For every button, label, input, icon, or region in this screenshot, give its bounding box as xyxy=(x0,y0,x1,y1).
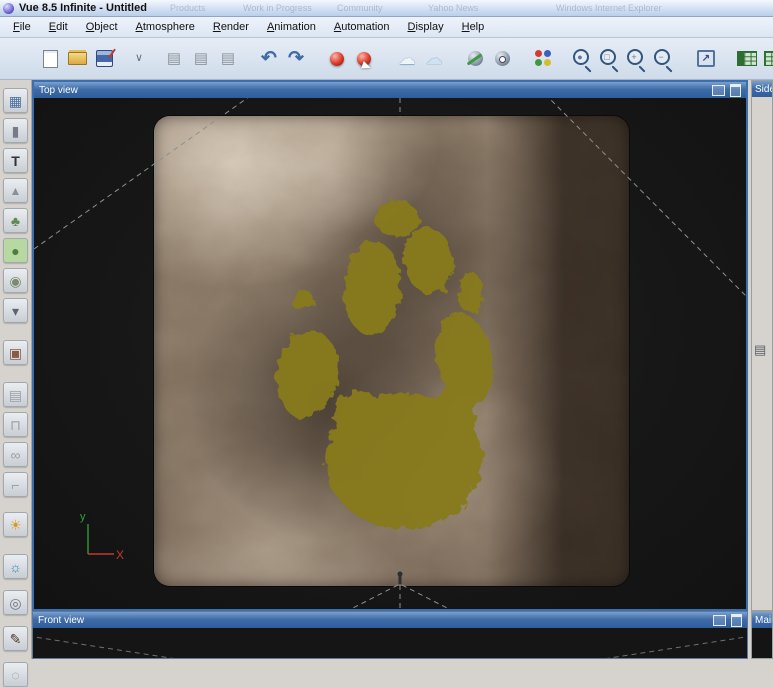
front-viewport: Front view xyxy=(32,611,748,659)
menu-render[interactable]: Render xyxy=(204,18,258,36)
app-icon xyxy=(3,2,14,14)
layout-quad-button[interactable] xyxy=(735,46,759,72)
open-button[interactable] xyxy=(65,46,89,72)
zoom-region-button[interactable]: □ xyxy=(597,46,621,72)
paw-left-toe xyxy=(276,330,338,418)
render-button[interactable] xyxy=(325,46,349,72)
menu-atmosphere[interactable]: Atmosphere xyxy=(127,18,204,36)
front-viewport-canvas[interactable] xyxy=(33,628,747,658)
ghost-window-text: Products xyxy=(170,3,206,13)
planet-tool[interactable]: ☼ xyxy=(3,554,28,579)
redo-button[interactable]: ↷ xyxy=(284,46,308,72)
menu-bar: File Edit Object Atmosphere Render Animation A… xyxy=(0,17,773,38)
side-panel-body: ▤ xyxy=(752,97,772,626)
viewport-options-icon[interactable] xyxy=(712,84,725,96)
ghost-window-text: Community xyxy=(337,3,383,13)
pipe-tool[interactable]: ⌐ xyxy=(3,472,28,497)
copy-button[interactable]: ▤ xyxy=(162,46,186,72)
delete-button[interactable]: ▤ xyxy=(216,46,240,72)
zoom-in-button[interactable]: + xyxy=(624,46,648,72)
window-title: Vue 8.5 Infinite - Untitled xyxy=(19,2,147,14)
top-viewport: Top view y X xyxy=(32,80,748,611)
zoom-out-button[interactable]: − xyxy=(651,46,675,72)
zoom-sphere-button[interactable]: ● xyxy=(570,46,594,72)
paw-small-spot xyxy=(291,289,313,311)
paw-mid-right-toe xyxy=(403,228,455,294)
rings-tool[interactable]: ◌ xyxy=(3,662,28,687)
ghost-window-text: Windows Internet Explorer xyxy=(556,3,662,13)
brush-tool[interactable]: ✎ xyxy=(3,626,28,651)
save-button[interactable] xyxy=(92,46,116,72)
undo-button[interactable]: ↶ xyxy=(257,46,281,72)
cloud-button[interactable]: ☁ xyxy=(422,46,446,72)
viewport-maximize-icon[interactable] xyxy=(730,83,741,97)
front-frustum-guides xyxy=(33,636,747,658)
viewport-maximize-icon[interactable] xyxy=(731,613,742,627)
top-viewport-canvas[interactable]: y X xyxy=(34,98,746,609)
group-tool[interactable]: ▤ xyxy=(3,382,28,407)
link-tool[interactable]: ∞ xyxy=(3,442,28,467)
menu-automation[interactable]: Automation xyxy=(325,18,399,36)
side-viewport-titlebar[interactable]: Side xyxy=(752,81,772,97)
main-panel-strip: Main xyxy=(751,611,773,659)
sphere-tool[interactable]: ◉ xyxy=(3,268,28,293)
main-viewport-titlebar[interactable]: Main xyxy=(752,612,772,628)
light-tool[interactable]: ☀ xyxy=(3,512,28,537)
menu-edit[interactable]: Edit xyxy=(40,18,77,36)
main-toolbar: ∨ ▤ ▤ ▤ ↶ ↷ ☁ ☁ ● □ + − ↗ xyxy=(0,38,773,80)
collapsed-panel-icon[interactable]: ▤ xyxy=(754,342,766,358)
axis-y-label: y xyxy=(80,511,86,523)
paint-sphere-button[interactable] xyxy=(463,46,487,72)
paw-print xyxy=(276,201,495,529)
viewport-options-icon[interactable] xyxy=(713,614,726,626)
cone-tool[interactable]: ▲ xyxy=(3,178,28,203)
text-tool[interactable]: T xyxy=(3,148,28,173)
axis-gizmo: y X xyxy=(80,511,124,562)
front-viewport-titlebar[interactable]: Front view xyxy=(33,612,747,628)
render-pick-button[interactable] xyxy=(352,46,376,72)
paw-top-toe xyxy=(375,201,419,237)
left-toolbar: ▦ ▮ T ▲ ♣ ● ◉ ▾ ▣ ▤ ⊓ ∞ ⌐ ☀ ☼ ◎ ✎ ◌ xyxy=(0,80,32,687)
window-titlebar[interactable]: Vue 8.5 Infinite - Untitled Products Work… xyxy=(0,0,773,17)
ghost-window-text: Yahoo News xyxy=(428,3,479,13)
expand-chevron[interactable]: ∨ xyxy=(127,46,151,72)
water-drop-tool[interactable]: ▾ xyxy=(3,298,28,323)
top-viewport-title: Top view xyxy=(39,84,78,96)
ghost-window-text: Work in Progress xyxy=(243,3,312,13)
rock-tool[interactable]: ● xyxy=(3,238,28,263)
paw-right-spot xyxy=(459,272,483,314)
ecosystem-clouds-button[interactable]: ☁ xyxy=(395,46,419,72)
new-scene-button[interactable] xyxy=(38,46,62,72)
export-view-button[interactable]: ↗ xyxy=(694,46,718,72)
menu-display[interactable]: Display xyxy=(399,18,453,36)
menu-help[interactable]: Help xyxy=(453,18,494,36)
main-viewport-title: Main xyxy=(755,614,772,626)
paw-mid-left-toe xyxy=(343,242,401,334)
plant-tool[interactable]: ♣ xyxy=(3,208,28,233)
cylinder-tool[interactable]: ▮ xyxy=(3,118,28,143)
inspect-sphere-button[interactable] xyxy=(490,46,514,72)
load-object-tool[interactable]: ▣ xyxy=(3,340,28,365)
terrain-tool[interactable]: ▦ xyxy=(3,88,28,113)
magnet-tool[interactable]: ⊓ xyxy=(3,412,28,437)
top-viewport-titlebar[interactable]: Top view xyxy=(34,82,746,98)
side-viewport-title: Side xyxy=(755,83,772,95)
axis-x-label: X xyxy=(116,548,124,562)
duplicate-button[interactable]: ▤ xyxy=(189,46,213,72)
menu-animation[interactable]: Animation xyxy=(258,18,325,36)
front-viewport-title: Front view xyxy=(38,614,85,626)
menu-file[interactable]: File xyxy=(4,18,40,36)
layout-split-button[interactable] xyxy=(762,46,773,72)
materials-button[interactable] xyxy=(531,46,555,72)
terrain-preview xyxy=(154,116,629,586)
camera-tool[interactable]: ◎ xyxy=(3,590,28,615)
menu-object[interactable]: Object xyxy=(77,18,127,36)
side-panel-strip: Side ▤ xyxy=(751,80,773,611)
